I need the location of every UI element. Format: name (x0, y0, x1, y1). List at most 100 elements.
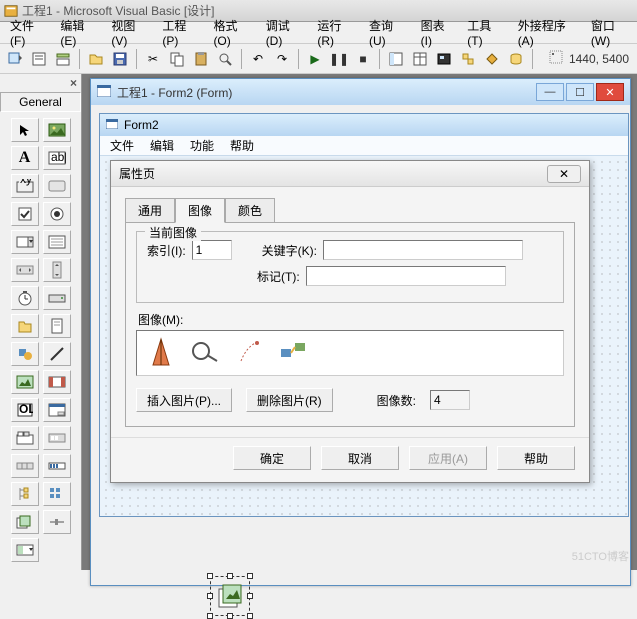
form-designer-window: 工程1 - Form2 (Form) — ☐ ✕ Form2 (90, 78, 631, 586)
combobox-tool-icon[interactable] (11, 230, 39, 254)
form2-menu-func[interactable]: 功能 (190, 137, 214, 154)
listview-tool-icon[interactable] (43, 482, 71, 506)
menu-project[interactable]: 工程(P) (156, 15, 205, 50)
commandbutton-tool-icon[interactable] (43, 174, 71, 198)
formlayout-icon[interactable] (433, 48, 455, 70)
vscrollbar-tool-icon[interactable] (43, 258, 71, 282)
apply-button[interactable]: 应用(A) (409, 446, 487, 470)
form2-menubar[interactable]: 文件 编辑 功能 帮助 (100, 136, 628, 156)
key-label: 关键字(K): (262, 242, 317, 259)
tag-input[interactable] (306, 266, 506, 286)
close-button[interactable]: ✕ (596, 83, 624, 101)
image-item-4[interactable] (279, 339, 309, 368)
menu-format[interactable]: 格式(O) (207, 15, 257, 50)
image-list-strip[interactable] (136, 330, 564, 376)
pointer-tool-icon[interactable] (11, 118, 39, 142)
form2-menu-file[interactable]: 文件 (110, 137, 134, 154)
objectbrowser-icon[interactable] (457, 48, 479, 70)
form2-menu-edit[interactable]: 编辑 (150, 137, 174, 154)
tab-general[interactable]: 通用 (125, 198, 175, 223)
frame-tool-icon[interactable]: xy (11, 174, 39, 198)
addform-dropdown-icon[interactable] (4, 48, 26, 70)
filelistbox-tool-icon[interactable] (43, 314, 71, 338)
imagelist-tool-icon[interactable] (11, 510, 39, 534)
ole-tool-icon[interactable]: OLE (11, 398, 39, 422)
index-label: 索引(I): (147, 242, 186, 259)
dirlistbox-tool-icon[interactable] (11, 314, 39, 338)
menu-debug[interactable]: 调试(D) (260, 15, 310, 50)
hscrollbar-tool-icon[interactable] (11, 258, 39, 282)
menu-view[interactable]: 视图(V) (105, 15, 154, 50)
end-icon[interactable]: ■ (352, 48, 374, 70)
optionbutton-tool-icon[interactable] (43, 202, 71, 226)
textbox-tool-icon[interactable]: ab| (43, 146, 71, 170)
menueditor-icon[interactable] (52, 48, 74, 70)
tab-image[interactable]: 图像 (175, 198, 225, 223)
commondialog-tool-icon[interactable] (43, 398, 71, 422)
toolbox-icon[interactable] (481, 48, 503, 70)
current-image-group: 当前图像 索引(I): 关键字(K): (136, 231, 564, 303)
menu-tools[interactable]: 工具(T) (461, 15, 509, 50)
break-icon[interactable]: ❚❚ (328, 48, 350, 70)
menu-window[interactable]: 窗口(W) (585, 15, 637, 50)
cancel-button[interactable]: 取消 (321, 446, 399, 470)
redo-icon[interactable]: ↷ (271, 48, 293, 70)
drivelistbox-tool-icon[interactable] (43, 286, 71, 310)
open-icon[interactable] (85, 48, 107, 70)
help-button[interactable]: 帮助 (497, 446, 575, 470)
count-output (430, 390, 470, 410)
minimize-button[interactable]: — (536, 83, 564, 101)
image-item-2[interactable] (191, 341, 221, 366)
insert-picture-button[interactable]: 插入图片(P)... (136, 388, 232, 412)
image-item-1[interactable] (147, 335, 175, 372)
menu-query[interactable]: 查询(U) (363, 15, 413, 50)
timer-tool-icon[interactable] (11, 286, 39, 310)
index-input[interactable] (192, 240, 232, 260)
menu-addins[interactable]: 外接程序(A) (512, 15, 583, 50)
mdi-area: 工程1 - Form2 (Form) — ☐ ✕ Form2 (82, 74, 637, 570)
menu-run[interactable]: 运行(R) (311, 15, 361, 50)
treeview-tool-icon[interactable] (11, 482, 39, 506)
toolbar-tool-icon[interactable] (43, 426, 71, 450)
copy-icon[interactable] (166, 48, 188, 70)
toolbox-close-icon[interactable]: × (70, 76, 77, 90)
statusbar-tool-icon[interactable] (11, 454, 39, 478)
image-item-3[interactable] (237, 339, 263, 368)
dialog-title: 属性页 (119, 165, 155, 182)
tab-color[interactable]: 颜色 (225, 198, 275, 223)
key-input[interactable] (323, 240, 523, 260)
paste-icon[interactable] (190, 48, 212, 70)
progressbar-tool-icon[interactable] (43, 454, 71, 478)
ok-button[interactable]: 确定 (233, 446, 311, 470)
form2-menu-help[interactable]: 帮助 (230, 137, 254, 154)
undo-icon[interactable]: ↶ (247, 48, 269, 70)
tabstrip-tool-icon[interactable] (11, 426, 39, 450)
save-icon[interactable] (109, 48, 131, 70)
image-tool-icon[interactable] (11, 370, 39, 394)
delete-picture-button[interactable]: 删除图片(R) (246, 388, 333, 412)
data-tool-icon[interactable] (43, 370, 71, 394)
shape-tool-icon[interactable] (11, 342, 39, 366)
dialog-close-button[interactable]: ✕ (547, 165, 581, 183)
imagecombo-tool-icon[interactable] (11, 538, 39, 562)
label-tool-icon[interactable]: A (11, 146, 39, 170)
slider-tool-icon[interactable] (43, 510, 71, 534)
maximize-button[interactable]: ☐ (566, 83, 594, 101)
start-icon[interactable]: ▶ (304, 48, 326, 70)
cut-icon[interactable]: ✂ (142, 48, 164, 70)
picturebox-tool-icon[interactable] (43, 118, 71, 142)
menu-diagram[interactable]: 图表(I) (415, 15, 460, 50)
checkbox-tool-icon[interactable] (11, 202, 39, 226)
line-tool-icon[interactable] (43, 342, 71, 366)
properties-icon[interactable] (409, 48, 431, 70)
listbox-tool-icon[interactable] (43, 230, 71, 254)
menu-file[interactable]: 文件(F) (4, 15, 52, 50)
dataview-icon[interactable] (505, 48, 527, 70)
find-icon[interactable] (214, 48, 236, 70)
selected-imagelist-control[interactable] (210, 576, 250, 616)
main-menubar[interactable]: 文件(F) 编辑(E) 视图(V) 工程(P) 格式(O) 调试(D) 运行(R… (0, 22, 637, 44)
project-explorer-icon[interactable] (385, 48, 407, 70)
property-page-dialog: 属性页 ✕ 通用 图像 颜色 当前图像 (110, 160, 590, 483)
menu-edit[interactable]: 编辑(E) (54, 15, 103, 50)
addmodule-icon[interactable] (28, 48, 50, 70)
